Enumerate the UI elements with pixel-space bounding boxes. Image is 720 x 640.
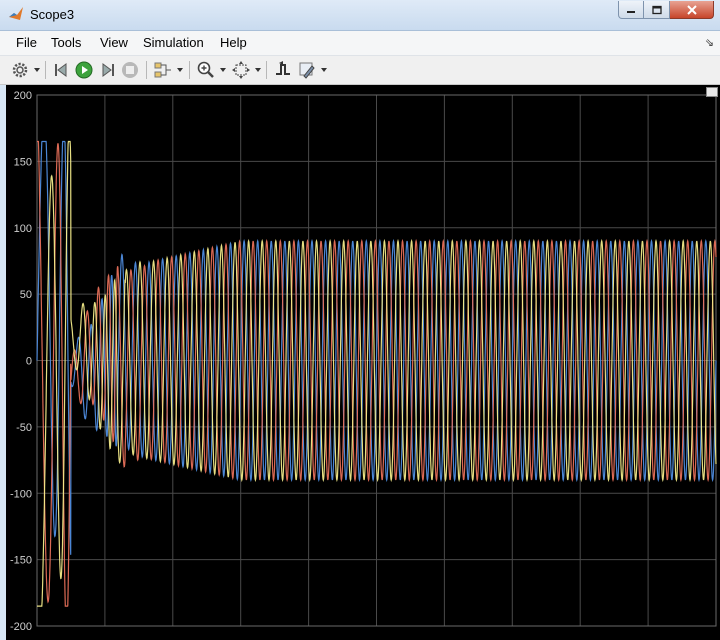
close-icon <box>686 4 697 15</box>
triggers-icon[interactable] <box>273 60 293 80</box>
highlight-dropdown-icon[interactable] <box>321 68 327 72</box>
y-tick-label: 0 <box>26 356 32 368</box>
zoom-in-icon[interactable] <box>196 60 216 80</box>
step-back-icon[interactable] <box>52 60 72 80</box>
maximize-button[interactable] <box>644 1 670 19</box>
y-tick-label: 200 <box>14 90 32 102</box>
y-tick-label: -100 <box>10 488 32 500</box>
run-icon[interactable] <box>74 60 94 80</box>
toolbar <box>0 56 720 85</box>
settings-dropdown-icon[interactable] <box>34 68 40 72</box>
minimize-button[interactable] <box>618 1 644 19</box>
menu-bar: File Tools View Simulation Help ⇘ <box>0 31 720 56</box>
highlight-icon[interactable] <box>297 60 317 80</box>
fit-dropdown-icon[interactable] <box>255 68 261 72</box>
maximize-icon <box>651 5 662 14</box>
close-button[interactable] <box>670 1 714 19</box>
toolbar-separator <box>146 61 147 79</box>
collapse-toolbar-button[interactable] <box>706 87 718 97</box>
menu-help[interactable]: Help <box>220 35 247 50</box>
y-tick-label: 100 <box>14 223 32 235</box>
signal-selector-dropdown-icon[interactable] <box>177 68 183 72</box>
scope-plot-area[interactable]: 200 150 100 50 0 -50 -100 -150 -200 <box>6 85 720 640</box>
menu-tools[interactable]: Tools <box>51 35 81 50</box>
y-tick-label: -200 <box>10 621 32 633</box>
y-tick-label: -50 <box>16 422 32 434</box>
y-tick-label: -150 <box>10 555 32 567</box>
menu-simulation[interactable]: Simulation <box>143 35 204 50</box>
toolbar-separator <box>266 61 267 79</box>
menu-file[interactable]: File <box>16 35 37 50</box>
window-title: Scope3 <box>30 7 75 22</box>
stop-icon[interactable] <box>120 60 140 80</box>
scope-plot[interactable]: 200 150 100 50 0 -50 -100 -150 -200 <box>6 85 720 640</box>
toolbar-separator <box>189 61 190 79</box>
window-title-bar: Scope3 <box>0 0 720 31</box>
toolbar-separator <box>45 61 46 79</box>
minimize-icon <box>627 10 635 13</box>
step-forward-icon[interactable] <box>97 60 117 80</box>
y-tick-label: 150 <box>14 156 32 168</box>
matlab-logo-icon <box>9 7 23 20</box>
menu-expand-icon[interactable]: ⇘ <box>705 36 714 49</box>
y-tick-label: 50 <box>20 289 32 301</box>
signal-selector-icon[interactable] <box>153 60 173 80</box>
fit-to-view-icon[interactable] <box>231 60 251 80</box>
menu-view[interactable]: View <box>100 35 128 50</box>
window-controls <box>618 1 714 21</box>
settings-gear-icon[interactable] <box>10 60 30 80</box>
zoom-dropdown-icon[interactable] <box>220 68 226 72</box>
